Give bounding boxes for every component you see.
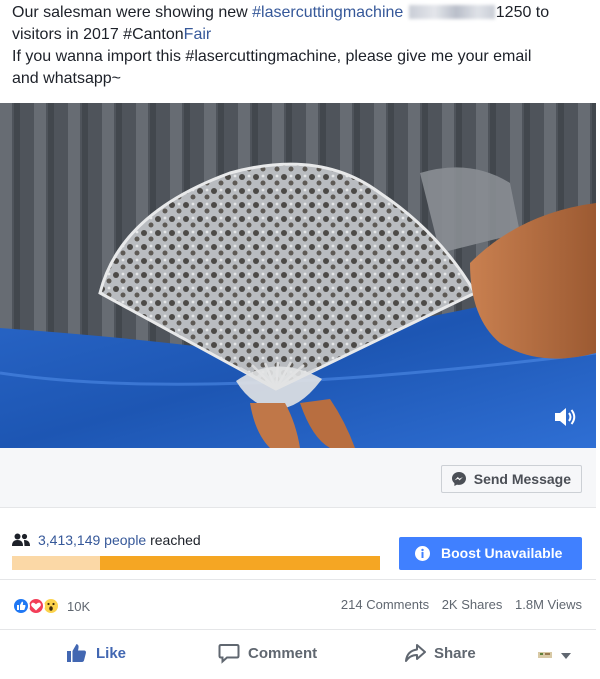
video-action-bar: Send Message — [0, 448, 596, 508]
post-text-segment: Our salesman were showing new — [12, 4, 253, 21]
info-icon — [415, 546, 430, 561]
blurred-model-number — [408, 5, 495, 19]
video-player[interactable] — [0, 103, 596, 448]
share-arrow-icon — [405, 644, 426, 662]
hashtag-link[interactable]: #Canton — [123, 26, 184, 43]
reactions-summary[interactable]: 10K — [12, 596, 90, 616]
comments-count[interactable]: 214 Comments — [341, 597, 429, 612]
reach-progress-bar — [12, 556, 380, 570]
engagement-stats: 10K 214 Comments 2K Shares 1.8M Views — [0, 580, 596, 630]
like-icon — [12, 597, 30, 615]
people-reached: 3,413,149 people reached — [12, 532, 201, 548]
boost-label: Boost Unavailable — [441, 545, 563, 561]
people-icon — [12, 533, 30, 546]
views-count[interactable]: 1.8M Views — [515, 597, 582, 612]
post-counts: 214 Comments 2K Shares 1.8M Views — [332, 597, 582, 612]
video-frame — [0, 103, 596, 448]
comment-button[interactable]: Comment — [218, 642, 317, 666]
send-message-label: Send Message — [473, 471, 571, 487]
post-text-segment: visitors in 2017 — [12, 26, 124, 43]
post-line-1: Our salesman were showing new #lasercutt… — [12, 2, 592, 24]
hashtag-link[interactable]: #lasercuttingmachine — [252, 4, 403, 21]
post-actions: Like Comment Share — [0, 630, 596, 679]
reaction-count: 10K — [67, 598, 91, 614]
post-text-segment: 1250 to — [495, 4, 550, 21]
post-line-4: and whatsapp~ — [12, 70, 121, 87]
share-button[interactable]: Share — [404, 642, 476, 666]
hashtag-link[interactable]: Fair — [184, 26, 212, 43]
comment-icon — [218, 644, 240, 664]
thumbs-up-icon — [67, 644, 86, 662]
boost-unavailable-button[interactable]: Boost Unavailable — [399, 537, 582, 570]
reach-count[interactable]: 3,413,149 people — [38, 532, 146, 548]
messenger-icon — [451, 472, 466, 486]
audience-selector[interactable] — [536, 648, 576, 662]
post-line-2: visitors in 2017 #CantonFair — [12, 24, 592, 46]
post-line-3: If you wanna import this #lasercuttingma… — [12, 48, 532, 65]
reach-section: 3,413,149 people reached Boost Unavailab… — [0, 508, 596, 580]
speaker-icon[interactable] — [552, 404, 578, 430]
like-button[interactable]: Like — [66, 642, 126, 666]
post-text: Our salesman were showing new #lasercutt… — [12, 2, 592, 90]
avatar — [538, 652, 571, 659]
send-message-button[interactable]: Send Message — [440, 465, 582, 493]
reach-suffix: reached — [146, 532, 201, 548]
shares-count[interactable]: 2K Shares — [442, 597, 503, 612]
reach-progress-segment — [12, 556, 100, 570]
